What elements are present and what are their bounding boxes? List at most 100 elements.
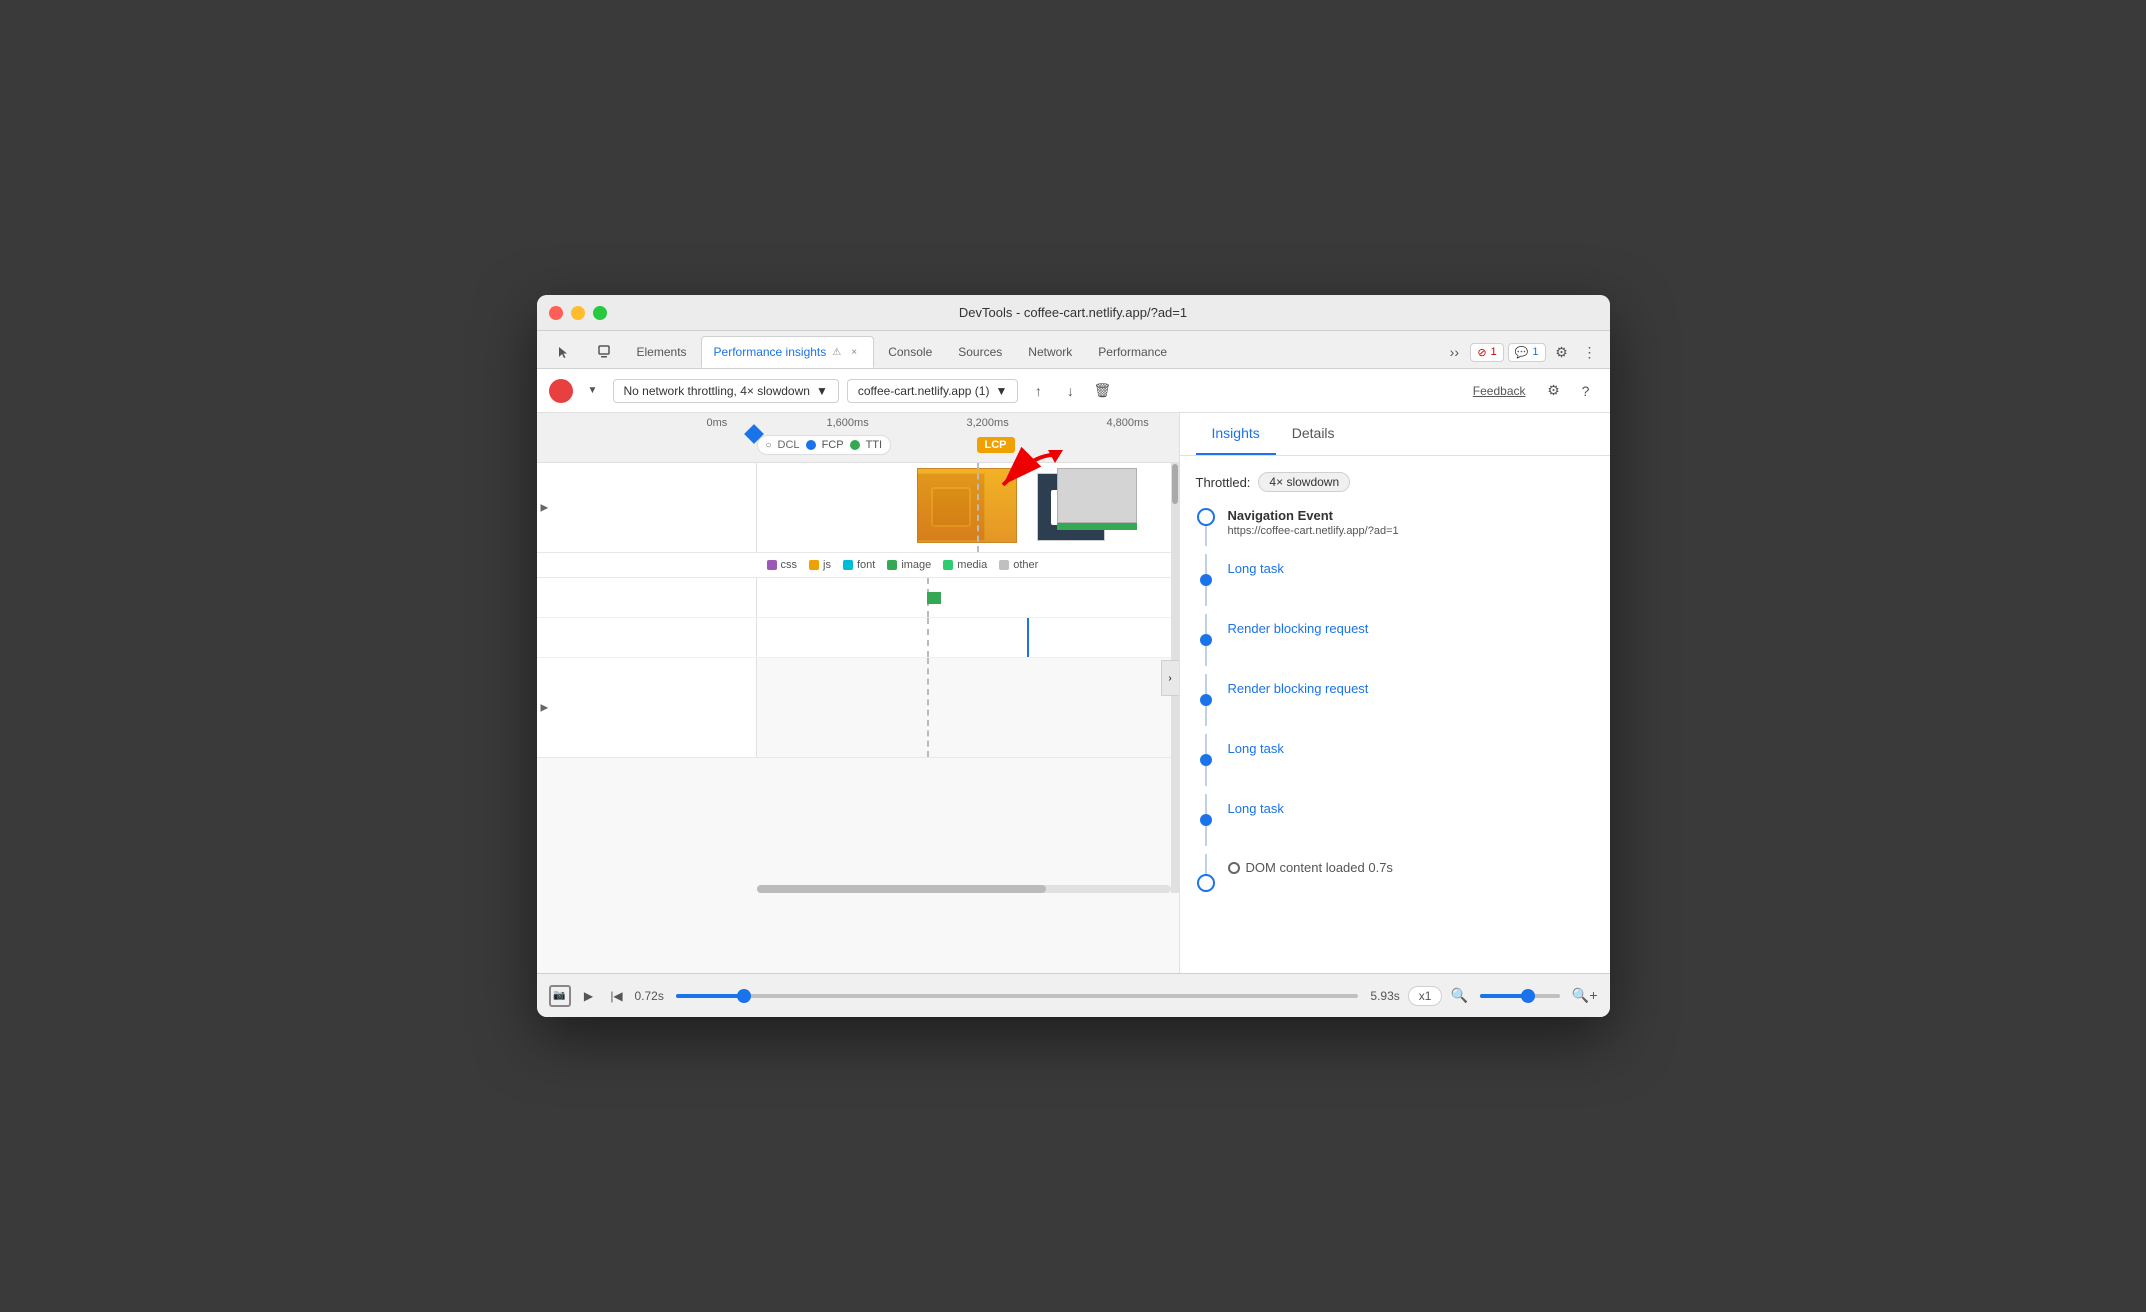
play-button[interactable]: ▶ [579,986,599,1006]
delete-icon[interactable]: 🗑 [1090,379,1114,403]
js-label: js [823,559,831,571]
long-task-2-link[interactable]: Long task [1228,741,1284,756]
more-options-icon[interactable]: ⋮ [1578,340,1602,364]
other-dot [999,560,1009,570]
tab-sources[interactable]: Sources [946,336,1014,368]
long-task-1-link[interactable]: Long task [1228,561,1284,576]
blocks-area [757,463,1179,552]
tab-console[interactable]: Console [876,336,944,368]
minimize-button[interactable] [571,306,585,320]
lt1-info: Long task [1228,554,1594,606]
event-render-blocking-1: Render blocking request [1196,614,1594,666]
tab-elements-label: Elements [637,345,687,359]
download-icon[interactable]: ↓ [1058,379,1082,403]
tab-device[interactable] [585,336,623,368]
tab-performance[interactable]: Performance [1086,336,1179,368]
tab-sources-label: Sources [958,345,1002,359]
legend-media: media [943,559,987,571]
zoom-slider[interactable] [1480,994,1560,998]
upload-icon[interactable]: ↑ [1026,379,1050,403]
media-dot [943,560,953,570]
settings-gear-icon[interactable]: ⚙ [1542,379,1566,403]
horizontal-scroll-thumb[interactable] [757,885,1047,893]
event-long-task-2: Long task [1196,734,1594,786]
start-time-label: 0.72s [635,989,664,1003]
tab-performance-insights[interactable]: Performance insights ⚠ × [701,336,875,368]
lcp-badge: LCP [977,437,1015,453]
help-icon[interactable]: ? [1574,379,1598,403]
dom-info: DOM content loaded 0.7s [1228,854,1594,892]
message-icon: 💬 [1515,346,1529,359]
close-button[interactable] [549,306,563,320]
lcp-label: LCP [985,439,1007,451]
expand-icon-2[interactable]: ▶ [541,702,549,713]
messages-badge[interactable]: 💬 1 [1508,343,1546,362]
cursor-icon [557,345,571,359]
bottom-bar: 📷 ▶ |◀ 0.72s 5.93s x1 🔍 🔍+ [537,973,1610,1017]
feedback-link[interactable]: Feedback [1473,384,1526,398]
rb1-vline-bottom [1205,646,1207,666]
record-button[interactable] [549,379,573,403]
zoom-in-button[interactable]: 🔍+ [1572,987,1598,1004]
event-line-lt3 [1196,794,1216,846]
other-block [1057,468,1137,523]
event-long-task-1: Long task [1196,554,1594,606]
timeline-scrubber[interactable] [676,994,1359,998]
zoom-thumb[interactable] [1521,989,1535,1003]
right-panel: Insights Details Throttled: 4× slowdown [1180,413,1610,973]
event-line-rb1 [1196,614,1216,666]
zoom-out-button[interactable]: 🔍 [1450,987,1467,1004]
end-time-label: 5.93s [1370,989,1399,1003]
record-dropdown[interactable]: ▼ [581,379,605,403]
lt1-vline-top [1205,554,1207,574]
more-tabs-button[interactable]: ›› [1442,340,1466,364]
lt3-circle [1200,814,1212,826]
event-line-lt1 [1196,554,1216,606]
panel-expand-button[interactable]: › [1161,660,1179,696]
lcp-block [917,468,1017,543]
timestamp-1600ms: 1,600ms [827,417,869,429]
speed-badge[interactable]: x1 [1408,986,1443,1006]
throttling-dropdown[interactable]: No network throttling, 4× slowdown ▼ [613,379,839,403]
skip-back-button[interactable]: |◀ [607,986,627,1006]
url-dropdown[interactable]: coffee-cart.netlify.app (1) ▼ [847,379,1019,403]
tab-details[interactable]: Details [1276,413,1351,455]
rb1-vline-top [1205,614,1207,634]
legend-image: image [887,559,931,571]
screenshot-toggle[interactable]: 📷 [549,985,571,1007]
event-dom-loaded: DOM content loaded 0.7s [1196,854,1594,892]
tab-elements[interactable]: Elements [625,336,699,368]
long-task-3-link[interactable]: Long task [1228,801,1284,816]
css-label: css [781,559,798,571]
event-line-dom [1196,854,1216,892]
expand-icon[interactable]: ▶ [541,502,549,513]
render-blocking-2-link[interactable]: Render blocking request [1228,681,1369,696]
throttle-badge: 4× slowdown [1258,472,1350,492]
legend-css: css [767,559,798,571]
tab-insights[interactable]: Insights [1196,413,1276,455]
rb2-circle [1200,694,1212,706]
lcp-badge-area: LCP [977,437,1015,453]
progress-thumb[interactable] [737,989,751,1003]
render-blocking-1-link[interactable]: Render blocking request [1228,621,1369,636]
errors-badge[interactable]: ⊘ 1 [1470,343,1503,362]
image-label: image [901,559,931,571]
main-content: 0ms 1,600ms 3,200ms 4,800ms ○ DCL FCP TT [537,413,1610,973]
tab-cursor[interactable] [545,336,583,368]
rb2-vline-bottom [1205,706,1207,726]
settings-icon[interactable]: ⚙ [1550,340,1574,364]
nav-info: Navigation Event https://coffee-cart.net… [1228,508,1594,546]
tab-network-label: Network [1028,345,1072,359]
right-tabs: Insights Details [1180,413,1610,456]
tab-close-button[interactable]: × [847,345,861,359]
scroll-thumb[interactable] [1172,464,1178,504]
maximize-button[interactable] [593,306,607,320]
devtools-window: DevTools - coffee-cart.netlify.app/?ad=1… [537,295,1610,1017]
tab-network[interactable]: Network [1016,336,1084,368]
tab-console-label: Console [888,345,932,359]
event-line-nav [1196,508,1216,546]
horizontal-scrollbar[interactable] [757,885,1171,893]
error-icon: ⊘ [1477,346,1486,359]
tab-performance-insights-label: Performance insights [714,345,827,359]
timeline-row-3: ▶ [537,658,1179,758]
